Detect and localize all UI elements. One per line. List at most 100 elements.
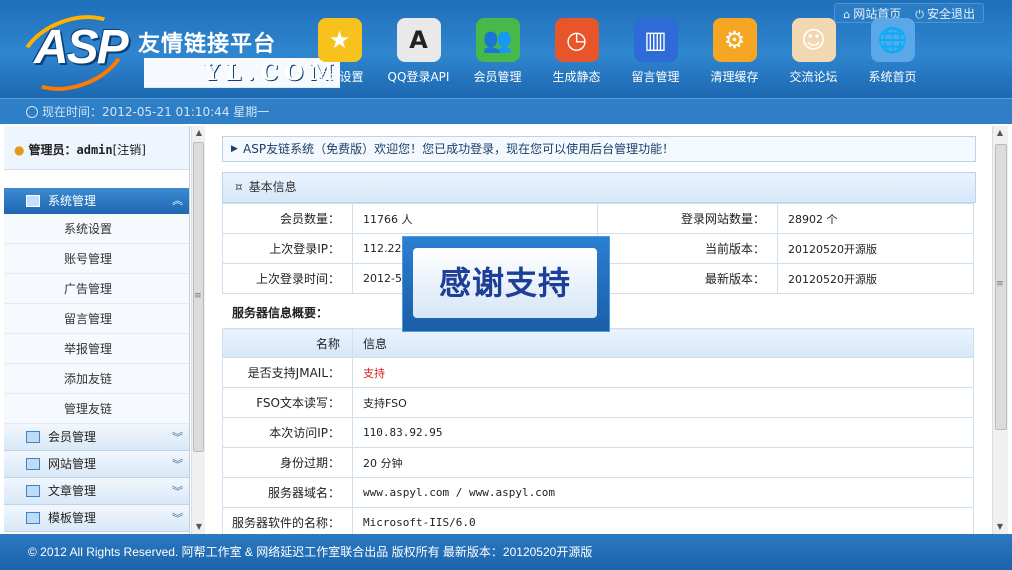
info-key: 上次登录IP： xyxy=(222,233,353,264)
nav-item-0[interactable]: ★ 系统设置 xyxy=(300,18,379,85)
font-a-icon: A xyxy=(396,18,441,62)
nav-item-3[interactable]: ◷ 生成静态 xyxy=(537,18,616,85)
folder-icon xyxy=(26,458,40,470)
logo-text: ASP xyxy=(34,21,129,74)
nav-item-5[interactable]: ⚙ 清理缓存 xyxy=(695,18,774,85)
scroll-down-arrow[interactable]: ▼ xyxy=(192,520,206,534)
star-icon: ★ xyxy=(317,18,362,62)
nav-item-6[interactable]: ☺ 交流论坛 xyxy=(774,18,853,85)
sidebar-subitem[interactable]: 留言管理 xyxy=(4,304,189,334)
sidebar-group-system[interactable]: 系统管理 ︽ xyxy=(4,188,189,214)
server-value: 支持 xyxy=(352,357,974,388)
grip-icon: ≡ xyxy=(194,291,202,301)
folder-icon xyxy=(26,512,40,524)
site-title: 友情链接平台 xyxy=(138,32,277,57)
users-icon: 👥 xyxy=(475,18,520,62)
info-key: 当前版本： xyxy=(597,233,778,264)
table-row: 本次访问IP： 110.83.92.95 xyxy=(222,417,974,448)
sidebar-group-label: 会员管理 xyxy=(48,430,97,444)
clock-icon xyxy=(26,106,38,118)
server-value: 20 分钟 xyxy=(352,447,974,478)
sidebar-group[interactable]: 网站管理 ︾ xyxy=(4,451,189,478)
sidebar-groups: 会员管理 ︾ 网站管理 ︾ 文章管理 ︾ 模板管理 ︾ xyxy=(4,424,189,532)
sidebar-subitem[interactable]: 管理友链 xyxy=(4,394,189,424)
sidebar-subitem[interactable]: 系统设置 xyxy=(4,214,189,244)
nav-label: 系统设置 xyxy=(315,70,364,84)
sidebar-group-label: 网站管理 xyxy=(48,457,97,471)
table-row: 服务器软件的名称： Microsoft-IIS/6.0 xyxy=(222,507,974,534)
gear-icon: ⚙ xyxy=(712,18,757,62)
server-value: www.aspyl.com / www.aspyl.com xyxy=(352,477,974,508)
info-value: 11766 人 xyxy=(352,203,598,234)
info-key: 登录网站数量： xyxy=(597,203,778,234)
admin-label: 管理员： xyxy=(28,143,77,157)
nav-label: 交流论坛 xyxy=(789,70,838,84)
table-row: 服务器域名： www.aspyl.com / www.aspyl.com xyxy=(222,477,974,508)
server-value: Microsoft-IIS/6.0 xyxy=(352,507,974,534)
binders-icon: ▥ xyxy=(633,18,678,62)
scroll-down-arrow[interactable]: ▼ xyxy=(993,520,1007,534)
sidebar-subitem[interactable]: 账号管理 xyxy=(4,244,189,274)
server-key: 是否支持JMAIL： xyxy=(222,357,353,388)
sidebar-group[interactable]: 文章管理 ︾ xyxy=(4,478,189,505)
sidebar-subitem[interactable]: 广告管理 xyxy=(4,274,189,304)
server-info-table: 名称 信息 是否支持JMAIL： 支持 FSO文本读写： 支持FSO 本次访问IP： 11… xyxy=(222,328,974,534)
popup-text: 感谢支持 xyxy=(413,248,597,318)
header-info: 信息 xyxy=(352,328,974,358)
server-value: 支持FSO xyxy=(352,387,974,418)
sidebar-subitems: 系统设置 账号管理 广告管理 留言管理 举报管理 添加友链 管理友链 xyxy=(4,214,189,424)
server-key: 服务器软件的名称： xyxy=(222,507,353,534)
nav-label: 系统首页 xyxy=(868,70,917,84)
main-scrollbar[interactable]: ▲ ≡ ▼ xyxy=(992,126,1008,534)
sidebar-subitem[interactable]: 举报管理 xyxy=(4,334,189,364)
info-key: 会员数量： xyxy=(222,203,353,234)
nav-label: 生成静态 xyxy=(552,70,601,84)
monitor-icon xyxy=(26,195,40,207)
grip-icon: ≡ xyxy=(996,279,1004,289)
chevron-down-icon: ︾ xyxy=(172,458,183,471)
table-header: 名称 信息 xyxy=(222,328,974,358)
globe-icon: 🌐 xyxy=(870,18,915,62)
triangle-right-icon: ▶ xyxy=(231,144,238,154)
nav-item-1[interactable]: A QQ登录API xyxy=(379,18,458,85)
user-icon: ● xyxy=(14,143,25,157)
current-time: 现在时间：2012-05-21 01:10:44 星期一 xyxy=(42,105,270,119)
nav-item-7[interactable]: 🌐 系统首页 xyxy=(853,18,932,85)
header: ASP 友情链接平台 YL.COM ⌂ 网站首页 ⏻ 安全退出 ★ 系统设置 A QQ登录… xyxy=(0,0,1012,105)
site-logo[interactable]: ASP 友情链接平台 YL.COM xyxy=(9,1,340,105)
header-name: 名称 xyxy=(222,328,353,358)
admin-name: admin xyxy=(76,143,113,157)
folder-icon xyxy=(26,431,40,443)
chat-people-icon: ☺ xyxy=(791,18,836,62)
chevron-down-icon: ︾ xyxy=(172,512,183,525)
sidebar-group-label: 模板管理 xyxy=(48,511,97,525)
sidebar-scrollbar[interactable]: ▲ ≡ ▼ xyxy=(191,126,205,534)
info-value: 20120520开源版 xyxy=(777,263,974,294)
nav-item-2[interactable]: 👥 会员管理 xyxy=(458,18,537,85)
admin-logout-link[interactable]: [注销] xyxy=(113,143,146,157)
sidebar-group[interactable]: 会员管理 ︾ xyxy=(4,424,189,451)
server-key: 服务器域名： xyxy=(222,477,353,508)
clock-screen-icon: ◷ xyxy=(554,18,599,62)
info-value: 20120520开源版 xyxy=(777,233,974,264)
welcome-bar: ▶ ASP友链系统（免费版）欢迎您！您已成功登录，现在您可以使用后台管理功能！ xyxy=(222,136,976,162)
basic-info-title: ¤ 基本信息 xyxy=(222,172,976,203)
scroll-up-arrow[interactable]: ▲ xyxy=(993,126,1007,140)
sidebar-group[interactable]: 模板管理 ︾ xyxy=(4,505,189,532)
star-icon: ¤ xyxy=(235,180,243,194)
nav-label: QQ登录API xyxy=(387,70,450,84)
nav-item-4[interactable]: ▥ 留言管理 xyxy=(616,18,695,85)
thanks-popup[interactable]: 感谢支持 xyxy=(402,236,610,332)
chevron-down-icon: ︾ xyxy=(172,431,183,444)
server-key: 身份过期： xyxy=(222,447,353,478)
table-row: FSO文本读写： 支持FSO xyxy=(222,387,974,418)
server-value: 110.83.92.95 xyxy=(352,417,974,448)
nav-label: 留言管理 xyxy=(631,70,680,84)
server-key: 本次访问IP： xyxy=(222,417,353,448)
table-row: 是否支持JMAIL： 支持 xyxy=(222,357,974,388)
table-row: 会员数量： 11766 人登录网站数量： 28902 个 xyxy=(222,203,974,234)
sidebar-subitem[interactable]: 添加友链 xyxy=(4,364,189,394)
scroll-up-arrow[interactable]: ▲ xyxy=(192,126,206,140)
chevron-down-icon: ︾ xyxy=(172,485,183,498)
chevron-up-icon: ︽ xyxy=(172,194,183,207)
